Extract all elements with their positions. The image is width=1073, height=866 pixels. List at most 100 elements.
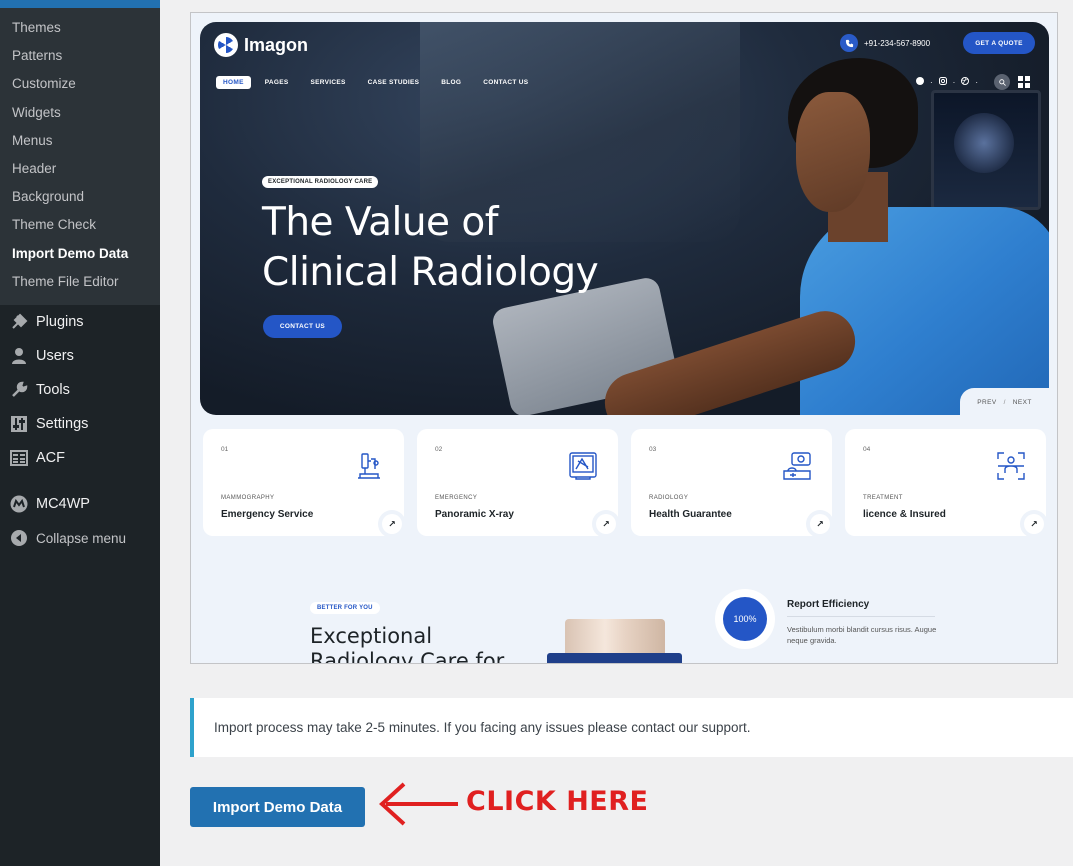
efficiency-text: Vestibulum morbi blandit cursus risus. A… xyxy=(787,625,937,645)
card-arrow-button: ↗ xyxy=(592,510,620,538)
instagram-icon xyxy=(938,77,947,87)
collapse-arrow-icon xyxy=(10,529,28,547)
preview-social-icons: · · · xyxy=(916,74,1036,90)
sidebar-item-label: MC4WP xyxy=(36,496,90,512)
lower-section-tag: BETTER FOR YOU xyxy=(310,602,380,614)
hero-title-line1: The Value of xyxy=(262,200,499,245)
lower-section-blue-block xyxy=(547,653,682,663)
sidebar-item-label: Tools xyxy=(36,382,70,398)
hero-title-line2: Clinical Radiology xyxy=(262,250,599,295)
card-arrow-button: ↗ xyxy=(806,510,834,538)
efficiency-divider xyxy=(787,616,935,617)
efficiency-ring: 100% xyxy=(715,589,775,649)
submenu-item-theme-file-editor[interactable]: Theme File Editor xyxy=(0,268,160,296)
demo-preview-frame: Imagon +91-234-567-8900 GET A QUOTE HOME… xyxy=(190,12,1058,664)
search-icon xyxy=(994,74,1011,90)
plugin-icon xyxy=(10,313,28,331)
sidebar-item-label: Collapse menu xyxy=(36,530,127,546)
appearance-submenu: Themes Patterns Customize Widgets Menus … xyxy=(0,8,160,305)
hero-person-face xyxy=(796,92,870,212)
phone-icon xyxy=(840,34,858,52)
xray-film-icon xyxy=(566,449,600,483)
user-icon xyxy=(10,347,28,365)
settings-sliders-icon xyxy=(10,415,28,433)
microscope-icon xyxy=(352,449,386,483)
body-scan-icon xyxy=(994,449,1028,483)
import-notice-text: Import process may take 2-5 minutes. If … xyxy=(214,720,751,735)
efficiency-value: 100% xyxy=(723,597,767,641)
slider-prev-next: PREV / NEXT xyxy=(960,388,1049,416)
radiation-logo-icon xyxy=(214,33,238,57)
submenu-item-import-demo-data[interactable]: Import Demo Data xyxy=(0,240,160,268)
submenu-item-theme-check[interactable]: Theme Check xyxy=(0,211,160,239)
sidebar-item-plugins[interactable]: Plugins xyxy=(0,305,160,339)
submenu-item-widgets[interactable]: Widgets xyxy=(0,99,160,127)
slider-divider: / xyxy=(1003,398,1006,406)
card-category: RADIOLOGY xyxy=(649,495,689,501)
sidebar-item-settings[interactable]: Settings xyxy=(0,407,160,441)
menu-separator xyxy=(0,475,160,487)
preview-logo-text: Imagon xyxy=(244,34,309,55)
facebook-icon xyxy=(916,77,924,87)
hero-xray-monitor xyxy=(931,90,1041,210)
arrow-up-right-icon: ↗ xyxy=(382,514,402,534)
preview-phone-number: +91-234-567-8900 xyxy=(864,38,931,48)
card-category: EMERGENCY xyxy=(435,495,478,501)
submenu-item-customize[interactable]: Customize xyxy=(0,70,160,98)
service-card: 01 MAMMOGRAPHY Emergency Service ↗ xyxy=(203,429,406,538)
sidebar-item-tools[interactable]: Tools xyxy=(0,373,160,407)
mc4wp-icon xyxy=(10,495,28,513)
submenu-item-background[interactable]: Background xyxy=(0,183,160,211)
click-here-annotation: CLICK HERE xyxy=(466,786,649,817)
submenu-item-header[interactable]: Header xyxy=(0,155,160,183)
card-number: 04 xyxy=(863,446,871,453)
submenu-item-themes[interactable]: Themes xyxy=(0,14,160,42)
hero-contact-button: CONTACT US xyxy=(263,315,342,338)
mri-scanner-icon xyxy=(780,449,814,483)
card-number: 03 xyxy=(649,446,657,453)
card-title: Panoramic X-ray xyxy=(435,509,514,520)
preview-nav: HOME PAGES SERVICES CASE STUDIES BLOG CO… xyxy=(216,76,550,89)
dot-separator-icon: · xyxy=(975,77,979,87)
card-number: 01 xyxy=(221,446,229,453)
service-card: 03 RADIOLOGY Health Guarantee ↗ xyxy=(631,429,834,538)
slider-prev: PREV xyxy=(977,398,997,406)
preview-hero-banner: Imagon +91-234-567-8900 GET A QUOTE HOME… xyxy=(200,22,1049,415)
service-card: 02 EMERGENCY Panoramic X-ray ↗ xyxy=(417,429,620,538)
preview-nav-pages: PAGES xyxy=(264,79,289,86)
wrench-icon xyxy=(10,381,28,399)
arrow-up-right-icon: ↗ xyxy=(596,514,616,534)
sidebar-item-acf[interactable]: ACF xyxy=(0,441,160,475)
dot-separator-icon: · xyxy=(930,77,933,87)
sidebar-item-label: Users xyxy=(36,348,74,364)
submenu-item-patterns[interactable]: Patterns xyxy=(0,42,160,70)
preview-nav-case-studies: CASE STUDIES xyxy=(367,79,420,86)
red-arrow-icon xyxy=(379,782,458,826)
sidebar-item-users[interactable]: Users xyxy=(0,339,160,373)
submenu-item-menus[interactable]: Menus xyxy=(0,127,160,155)
preview-nav-contact: CONTACT US xyxy=(483,79,529,86)
import-notice: Import process may take 2-5 minutes. If … xyxy=(190,698,1073,757)
admin-sidebar: Themes Patterns Customize Widgets Menus … xyxy=(0,0,160,866)
grid-table-icon xyxy=(10,449,28,467)
preview-nav-services: SERVICES xyxy=(310,79,346,86)
card-arrow-button: ↗ xyxy=(1020,510,1048,538)
service-card: 04 TREATMENT licence & Insured ↗ xyxy=(845,429,1048,538)
sidebar-item-label: Plugins xyxy=(36,314,84,330)
preview-nav-blog: BLOG xyxy=(441,79,462,86)
preview-phone: +91-234-567-8900 xyxy=(840,34,930,52)
grid-menu-icon xyxy=(1018,76,1031,88)
dribbble-icon xyxy=(961,77,970,87)
card-category: TREATMENT xyxy=(863,495,903,501)
card-category: MAMMOGRAPHY xyxy=(221,495,275,501)
preview-nav-home: HOME xyxy=(216,76,251,89)
import-demo-data-button[interactable]: Import Demo Data xyxy=(190,787,365,827)
demo-preview-screenshot: Imagon +91-234-567-8900 GET A QUOTE HOME… xyxy=(191,13,1057,663)
hero-title: The Value of Clinical Radiology xyxy=(262,198,682,298)
card-arrow-button: ↗ xyxy=(378,510,406,538)
collapse-menu-button[interactable]: Collapse menu xyxy=(0,521,160,555)
slider-next: NEXT xyxy=(1012,398,1032,406)
sidebar-item-label: Settings xyxy=(36,416,89,432)
card-title: Emergency Service xyxy=(221,509,314,520)
sidebar-item-mc4wp[interactable]: MC4WP xyxy=(0,487,160,521)
